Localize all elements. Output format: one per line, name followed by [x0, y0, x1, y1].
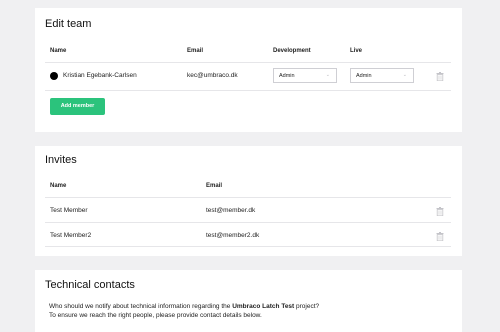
- delete-member-icon[interactable]: [436, 72, 444, 81]
- question-suffix: project?: [294, 303, 320, 310]
- invites-column-header-name: Name: [50, 183, 67, 189]
- project-name: Umbraco Latch Test: [232, 303, 295, 310]
- member-name: Kristian Egebank-Carlsen: [63, 72, 137, 79]
- invites-card: Invites Name Email Test Member test@memb…: [35, 146, 462, 256]
- invites-title: Invites: [45, 154, 77, 166]
- edit-team-title: Edit team: [45, 18, 92, 30]
- invite-name: Test Member2: [50, 232, 92, 239]
- invite-email: test@member.dk: [206, 207, 256, 214]
- technical-contacts-instruction: To ensure we reach the right people, ple…: [49, 312, 262, 319]
- invite-email: test@member2.dk: [206, 232, 260, 239]
- development-role-value: Admin: [279, 73, 295, 79]
- delete-invite-icon[interactable]: [436, 207, 444, 216]
- question-prefix: Who should we notify about technical inf…: [49, 303, 233, 310]
- technical-contacts-card: Technical contacts Who should we notify …: [35, 270, 462, 332]
- column-header-development: Development: [273, 48, 311, 54]
- invite-name: Test Member: [50, 207, 88, 214]
- live-role-select[interactable]: Admin ⌄: [350, 68, 414, 83]
- column-header-live: Live: [350, 48, 363, 54]
- technical-contacts-title: Technical contacts: [45, 279, 135, 291]
- avatar: [50, 72, 58, 80]
- chevron-down-icon: ⌄: [402, 72, 407, 78]
- technical-contacts-question: Who should we notify about technical inf…: [49, 303, 319, 310]
- add-member-button[interactable]: Add member: [50, 98, 105, 115]
- row-divider: [45, 90, 451, 91]
- development-role-select[interactable]: Admin ⌄: [273, 68, 337, 83]
- header-divider: [45, 197, 451, 198]
- header-divider: [45, 62, 451, 63]
- chevron-down-icon: ⌄: [325, 72, 330, 78]
- invites-column-header-email: Email: [206, 183, 223, 189]
- column-header-name: Name: [50, 48, 67, 54]
- row-divider: [45, 222, 451, 223]
- row-divider: [45, 246, 451, 247]
- delete-invite-icon[interactable]: [436, 232, 444, 241]
- edit-team-card: Edit team Name Email Development Live Kr…: [35, 8, 462, 132]
- live-role-value: Admin: [356, 73, 372, 79]
- member-email: kec@umbraco.dk: [187, 72, 238, 79]
- column-header-email: Email: [187, 48, 204, 54]
